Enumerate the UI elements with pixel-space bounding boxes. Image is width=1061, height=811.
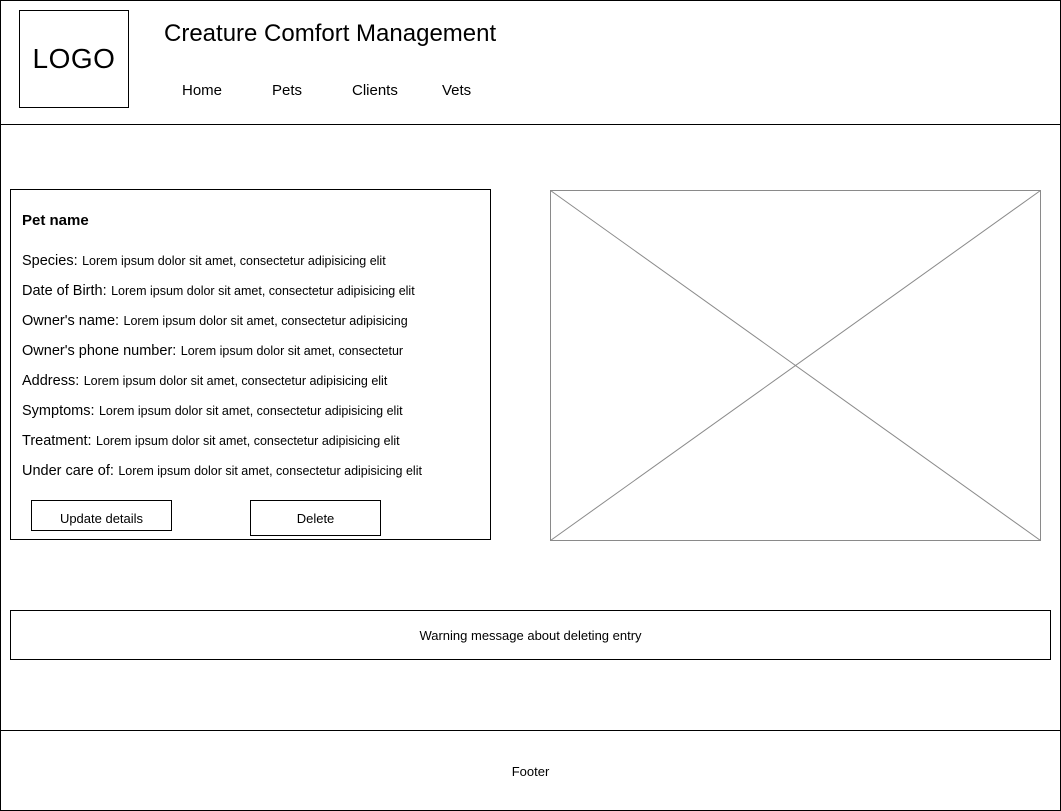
detail-label: Owner's phone number: — [22, 343, 177, 359]
nav-home[interactable]: Home — [182, 82, 222, 99]
detail-value: Lorem ipsum dolor sit amet, consectetur — [180, 344, 404, 358]
detail-value: Lorem ipsum dolor sit amet, consectetur … — [118, 464, 422, 478]
detail-label: Symptoms: — [22, 403, 95, 419]
image-placeholder-icon — [550, 190, 1041, 541]
nav-clients[interactable]: Clients — [352, 82, 398, 99]
detail-value: Lorem ipsum dolor sit amet, consectetur … — [123, 314, 408, 328]
detail-label: Address: — [22, 373, 80, 389]
update-details-button[interactable]: Update details — [31, 500, 172, 531]
footer-text: Footer — [511, 763, 550, 779]
logo-text: LOGO — [32, 43, 116, 74]
detail-row-symptoms: Symptoms: Lorem ipsum dolor sit amet, co… — [22, 402, 403, 420]
nav-pets[interactable]: Pets — [272, 82, 302, 99]
detail-label: Date of Birth: — [22, 283, 107, 299]
pet-name-heading: Pet name — [22, 212, 89, 229]
header: LOGO Creature Comfort Management Home Pe… — [0, 0, 1061, 125]
detail-row-owner-name: Owner's name: Lorem ipsum dolor sit amet… — [22, 312, 408, 330]
detail-row-date-of-birth: Date of Birth: Lorem ipsum dolor sit ame… — [22, 282, 415, 300]
detail-label: Under care of: — [22, 463, 114, 479]
delete-warning-message: Warning message about deleting entry — [10, 610, 1051, 660]
app-title: Creature Comfort Management — [164, 20, 497, 47]
footer: Footer — [0, 730, 1061, 811]
detail-value: Lorem ipsum dolor sit amet, consectetur … — [96, 434, 400, 448]
logo[interactable]: LOGO — [19, 10, 129, 108]
detail-value: Lorem ipsum dolor sit amet, consectetur … — [111, 284, 415, 298]
detail-label: Species: — [22, 253, 78, 269]
delete-button[interactable]: Delete — [250, 500, 381, 536]
detail-row-under-care-of: Under care of: Lorem ipsum dolor sit ame… — [22, 462, 422, 480]
pet-details-card: Pet name Species: Lorem ipsum dolor sit … — [10, 189, 491, 540]
detail-value: Lorem ipsum dolor sit amet, consectetur … — [82, 254, 386, 268]
nav-vets[interactable]: Vets — [442, 82, 471, 99]
detail-row-species: Species: Lorem ipsum dolor sit amet, con… — [22, 252, 386, 270]
detail-value: Lorem ipsum dolor sit amet, consectetur … — [83, 374, 388, 388]
warning-text: Warning message about deleting entry — [419, 627, 642, 643]
detail-row-address: Address: Lorem ipsum dolor sit amet, con… — [22, 372, 387, 390]
detail-row-treatment: Treatment: Lorem ipsum dolor sit amet, c… — [22, 432, 400, 450]
detail-label: Owner's name: — [22, 313, 120, 329]
detail-value: Lorem ipsum dolor sit amet, consectetur … — [98, 404, 403, 418]
detail-row-owner-phone: Owner's phone number: Lorem ipsum dolor … — [22, 342, 403, 360]
detail-label: Treatment: — [22, 433, 92, 449]
